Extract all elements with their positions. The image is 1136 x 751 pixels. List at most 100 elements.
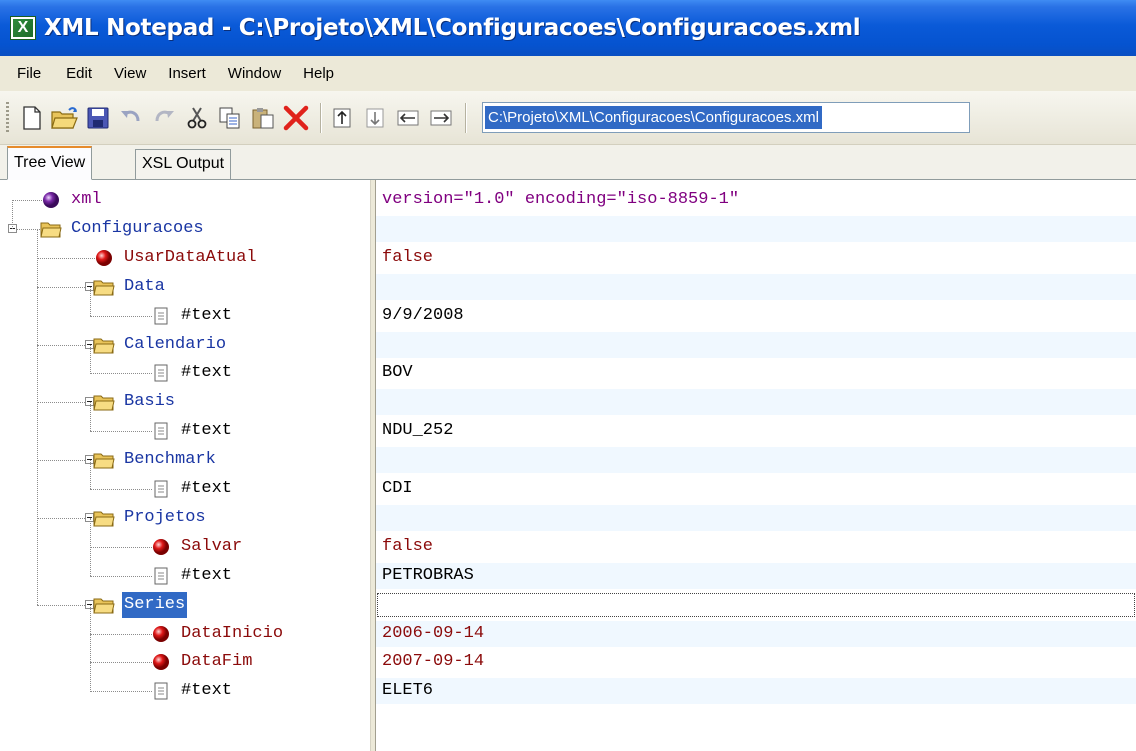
node-value[interactable] <box>376 274 1136 300</box>
new-icon <box>23 105 41 130</box>
node-value[interactable] <box>376 216 1136 242</box>
file-path-input[interactable]: C:\Projeto\XML\Configuracoes\Configuraco… <box>482 102 970 133</box>
text-node-icon <box>154 682 168 700</box>
tree-connector <box>12 200 42 201</box>
tree-node[interactable]: Benchmark <box>0 447 370 473</box>
tree-node-label: DataInicio <box>181 624 284 643</box>
node-value[interactable]: version="1.0" encoding="iso-8859-1" <box>376 187 1136 213</box>
node-value[interactable]: CDI <box>376 476 1136 502</box>
redo-button[interactable] <box>149 102 179 134</box>
tree-node-label: #text <box>181 566 233 585</box>
open-button[interactable] <box>50 102 80 134</box>
node-value[interactable]: BOV <box>376 360 1136 386</box>
copy-icon <box>219 107 240 128</box>
tab-xsl-output[interactable]: XSL Output <box>135 149 232 179</box>
node-value[interactable]: ELET6 <box>376 678 1136 704</box>
toolbar-grip[interactable] <box>6 101 9 134</box>
tree-node[interactable]: DataFim <box>0 649 370 675</box>
menu-window[interactable]: Window <box>217 56 292 91</box>
node-value[interactable]: 2007-09-14 <box>376 649 1136 675</box>
tree-node-label: #text <box>181 681 233 700</box>
tree-node-label: Salvar <box>181 537 243 556</box>
menu-insert[interactable]: Insert <box>157 56 217 91</box>
text-node-icon <box>154 567 168 585</box>
tab-tree-view[interactable]: Tree View <box>7 146 93 180</box>
tree-node-label: Benchmark <box>124 450 216 469</box>
xml-notepad-app-icon[interactable]: X <box>10 16 36 40</box>
tree-node[interactable]: Series <box>0 592 370 618</box>
menu-view[interactable]: View <box>103 56 157 91</box>
tree-connector <box>90 691 152 692</box>
cut-icon <box>187 106 207 128</box>
node-value[interactable]: PETROBRAS <box>376 563 1136 589</box>
tree-node-label: Projetos <box>124 508 206 527</box>
save-button[interactable] <box>83 102 113 134</box>
new-button[interactable] <box>17 102 47 134</box>
tree-node[interactable]: #text <box>0 678 370 704</box>
tree-node[interactable]: UsarDataAtual <box>0 245 370 271</box>
nudge-up-icon <box>333 108 351 127</box>
tree-node-label: DataFim <box>181 652 253 671</box>
menu-file[interactable]: File <box>6 56 52 91</box>
text-node-icon <box>154 422 168 440</box>
copy-button[interactable] <box>215 102 245 134</box>
node-value[interactable] <box>376 447 1136 473</box>
tree-node[interactable]: Salvar <box>0 534 370 560</box>
tree-connector <box>90 431 152 432</box>
node-value[interactable] <box>376 505 1136 531</box>
redo-icon <box>155 110 174 121</box>
tree-pane[interactable]: xml Configuracoes UsarDataAtual Data #text Ca… <box>0 180 370 751</box>
tree-node[interactable]: Calendario <box>0 332 370 358</box>
tree-node[interactable]: Projetos <box>0 505 370 531</box>
tree-node-label: Configuracoes <box>71 219 204 238</box>
node-value[interactable]: false <box>376 534 1136 560</box>
node-value[interactable] <box>376 592 1136 618</box>
tree-node[interactable]: xml <box>0 187 370 213</box>
nudge-left-button[interactable] <box>393 102 423 134</box>
tree-node[interactable]: #text <box>0 418 370 444</box>
tree-node[interactable]: DataInicio <box>0 621 370 647</box>
paste-button[interactable] <box>248 102 278 134</box>
attribute-icon <box>96 250 112 266</box>
tree-node[interactable]: #text <box>0 303 370 329</box>
menu-bar: File Edit View Insert Window Help <box>0 56 1136 91</box>
value-pane[interactable]: version="1.0" encoding="iso-8859-1" false… <box>376 180 1136 751</box>
tree-connector <box>90 489 152 490</box>
paste-icon <box>252 107 274 128</box>
folder-icon <box>93 280 115 296</box>
folder-icon <box>93 453 115 469</box>
node-value[interactable]: false <box>376 245 1136 271</box>
nudge-down-button[interactable] <box>360 102 390 134</box>
attribute-icon <box>153 654 169 670</box>
tree-node[interactable]: #text <box>0 563 370 589</box>
window-title: XML Notepad - C:\Projeto\XML\Configuraco… <box>44 15 861 41</box>
tree-connector <box>90 402 91 431</box>
node-value[interactable]: NDU_252 <box>376 418 1136 444</box>
menu-help[interactable]: Help <box>292 56 345 91</box>
tree-node[interactable]: #text <box>0 476 370 502</box>
delete-button[interactable] <box>281 102 311 134</box>
main-area: xml Configuracoes UsarDataAtual Data #text Ca… <box>0 180 1136 751</box>
tree-connector <box>90 634 152 635</box>
nudge-right-button[interactable] <box>426 102 456 134</box>
tree-node[interactable]: Basis <box>0 389 370 415</box>
tree-node[interactable]: Data <box>0 274 370 300</box>
node-value[interactable] <box>376 389 1136 415</box>
node-value[interactable]: 2006-09-14 <box>376 621 1136 647</box>
title-bar[interactable]: X XML Notepad - C:\Projeto\XML\Configura… <box>0 0 1136 56</box>
tree-node[interactable]: Configuracoes <box>0 216 370 242</box>
undo-button[interactable] <box>116 102 146 134</box>
tree-connector <box>90 576 152 577</box>
text-node-icon <box>154 307 168 325</box>
tree-node[interactable]: #text <box>0 360 370 386</box>
tree-node-label: Calendario <box>124 335 227 354</box>
nudge-down-icon <box>366 108 384 127</box>
attribute-icon <box>153 539 169 555</box>
nudge-up-button[interactable] <box>327 102 357 134</box>
node-value[interactable] <box>376 332 1136 358</box>
menu-edit[interactable]: Edit <box>52 56 103 91</box>
tree-node-label: #text <box>181 363 233 382</box>
node-value[interactable]: 9/9/2008 <box>376 303 1136 329</box>
file-path-value: C:\Projeto\XML\Configuracoes\Configuraco… <box>485 106 822 129</box>
cut-button[interactable] <box>182 102 212 134</box>
